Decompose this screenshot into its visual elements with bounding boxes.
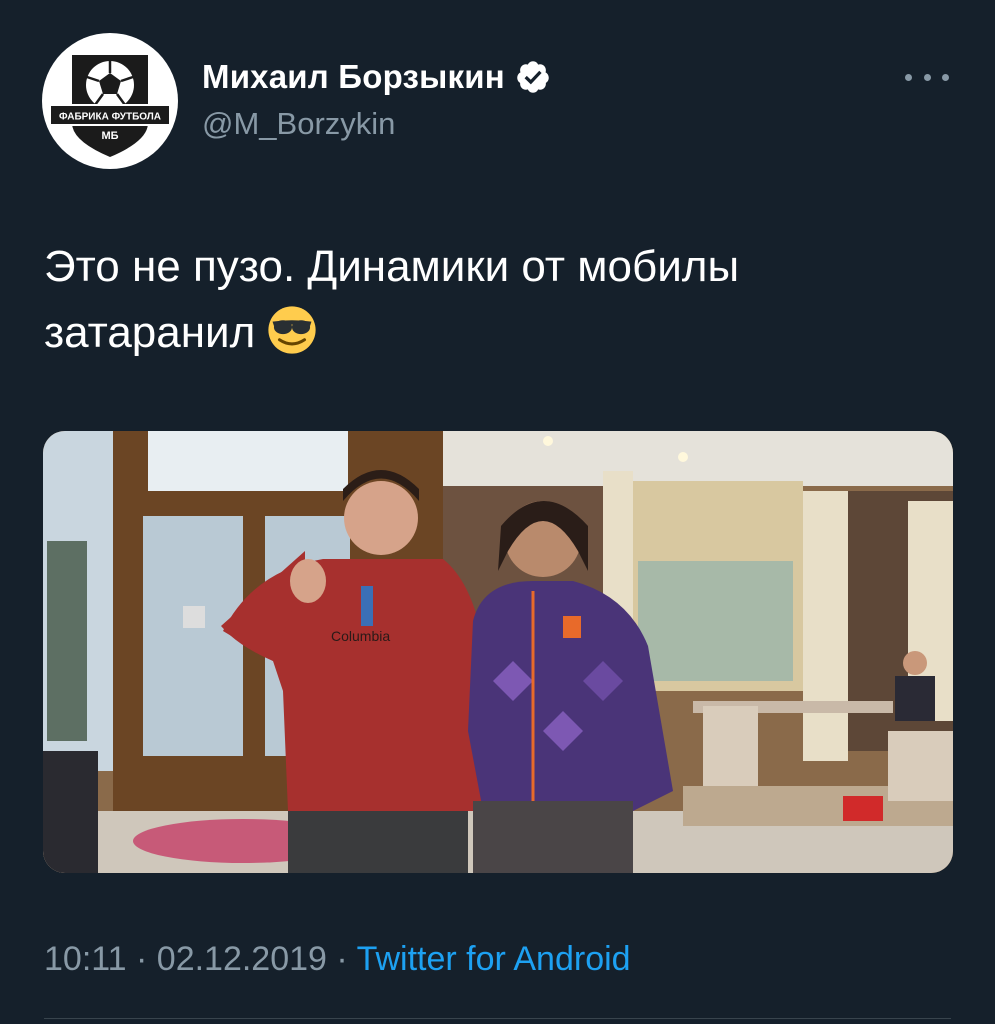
author-name-row: Михаил Борзыкин (202, 58, 551, 96)
author-display-name[interactable]: Михаил Борзыкин (202, 58, 505, 96)
tweet-date[interactable]: 02.12.2019 (157, 940, 327, 978)
avatar-initials: МБ (101, 130, 118, 142)
more-options-button[interactable] (905, 62, 949, 92)
avatar-logo: ФАБРИКА ФУТБОЛА МБ (42, 33, 178, 169)
meta-separator: · (126, 940, 157, 978)
tweet-meta: 10:11 · 02.12.2019 · Twitter for Android (44, 940, 631, 979)
verified-badge-icon (517, 61, 549, 93)
photo-image: Columbia (43, 431, 953, 873)
more-dot-icon (905, 73, 912, 81)
tweet-photo[interactable]: Columbia (43, 431, 953, 873)
photo-hoodie-logo: Columbia (331, 628, 390, 644)
divider (44, 1018, 951, 1019)
avatar-label: ФАБРИКА ФУТБОЛА (59, 112, 161, 123)
tweet-text-content: Это не пузо. Динамики от мобилы затарани… (44, 242, 740, 357)
tweet-time[interactable]: 10:11 (44, 940, 127, 978)
author-handle[interactable]: @M_Borzykin (202, 106, 395, 142)
more-dot-icon (942, 73, 949, 81)
tweet: ФАБРИКА ФУТБОЛА МБ Михаил Борзыкин @M_Bo… (0, 0, 995, 1024)
tweet-source-link[interactable]: Twitter for Android (357, 940, 631, 978)
meta-separator: · (326, 940, 357, 978)
more-dot-icon (923, 73, 931, 81)
sunglasses-emoji-icon (268, 306, 316, 354)
author-avatar[interactable]: ФАБРИКА ФУТБОЛА МБ (42, 33, 178, 169)
tweet-text: Это не пузо. Динамики от мобилы затарани… (44, 234, 954, 366)
